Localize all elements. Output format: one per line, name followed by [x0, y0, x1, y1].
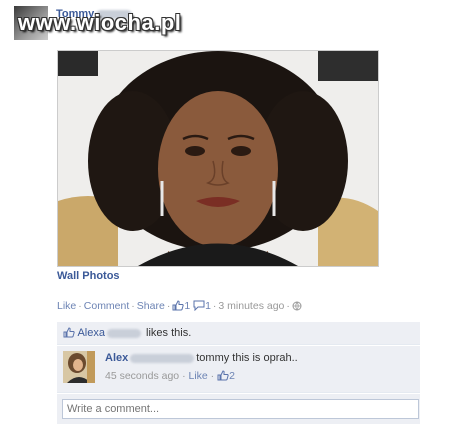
comment-text: tommy this is oprah.. [196, 352, 298, 364]
comment-bubble-icon[interactable] [193, 300, 205, 314]
thumbs-up-icon [63, 327, 75, 341]
likes-text: likes this. [146, 327, 192, 339]
globe-icon [292, 301, 302, 314]
comment-meta: 45 seconds ago · Like · 2 [105, 370, 235, 384]
redacted-surname [106, 328, 141, 338]
album-link[interactable]: Wall Photos [57, 270, 120, 282]
separator: · [166, 300, 171, 312]
liker-name[interactable]: Alexa [77, 327, 105, 339]
likes-content: Alexa likes this. [63, 327, 191, 341]
wall-photo[interactable] [57, 50, 379, 267]
like-count[interactable]: 1 [184, 300, 190, 312]
watermark: www.wiocha.pl [18, 10, 182, 35]
comment-item: Alex tommy this is oprah.. 45 seconds ago… [57, 346, 420, 393]
comment-count[interactable]: 1 [205, 300, 211, 312]
separator: · [179, 370, 189, 382]
comment-line: Alex tommy this is oprah.. [105, 352, 298, 364]
comment-timestamp[interactable]: 45 seconds ago [105, 370, 179, 382]
comment-composer [57, 394, 420, 424]
like-link[interactable]: Like [57, 300, 76, 312]
redacted-surname [130, 353, 195, 363]
comment-author[interactable]: Alex [105, 352, 128, 364]
photo-image [58, 51, 378, 266]
post-actions: Like · Comment · Share · 1 1 · 3 minutes ago · [57, 300, 302, 314]
share-link[interactable]: Share [137, 300, 165, 312]
comment-link[interactable]: Comment [84, 300, 130, 312]
separator: · [131, 300, 135, 312]
comment-like-link[interactable]: Like [189, 370, 208, 382]
write-comment-input[interactable] [62, 399, 419, 419]
separator: · [78, 300, 82, 312]
post-timestamp[interactable]: 3 minutes ago [218, 300, 284, 312]
thumbs-up-icon[interactable] [172, 300, 184, 314]
separator: · [286, 300, 290, 312]
comment-like-count[interactable]: 2 [229, 370, 235, 382]
commenter-avatar[interactable] [63, 351, 95, 383]
separator: · [207, 370, 218, 382]
thumbs-up-icon[interactable] [217, 370, 229, 384]
separator: · [212, 300, 217, 312]
likes-summary: Alexa likes this. [57, 322, 420, 345]
